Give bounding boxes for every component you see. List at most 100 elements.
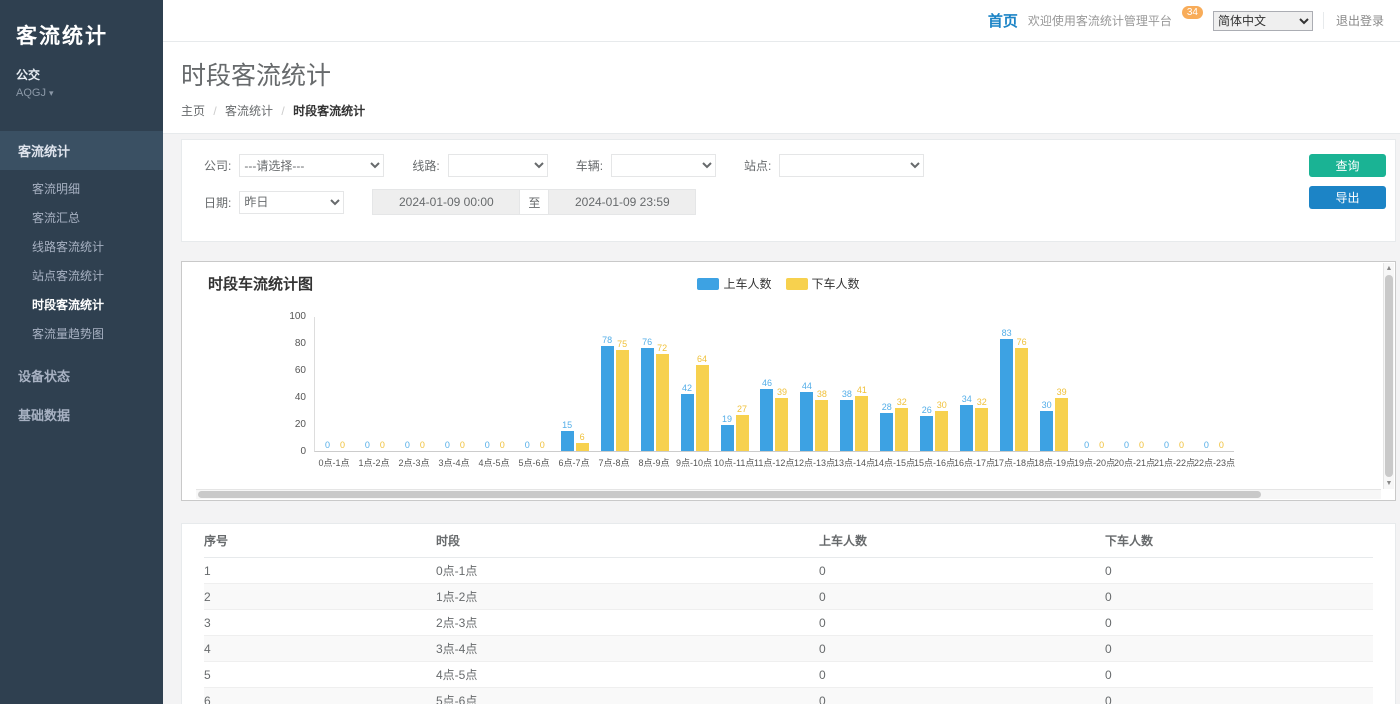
bar-group: 00 <box>515 317 555 451</box>
sidebar-section-item[interactable]: 基础数据 <box>0 395 163 434</box>
sidebar-submenu-item[interactable]: 时段客流统计 <box>0 290 163 319</box>
filter-row-1: 公司: ---请选择--- 线路: 车辆: 站点: <box>204 154 1295 177</box>
sidebar-item-passenger-stats[interactable]: 客流统计 <box>0 131 163 170</box>
date-preset-select[interactable]: 昨日 <box>239 191 344 214</box>
chart-horizontal-scrollbar[interactable] <box>196 489 1381 499</box>
chart-vertical-scrollbar[interactable]: ▲ ▼ <box>1383 263 1394 489</box>
table-row: 10点-1点00 <box>204 558 1373 584</box>
table-cell: 4点-5点 <box>436 666 819 683</box>
bar-value-label: 38 <box>817 389 827 399</box>
horizontal-scroll-thumb[interactable] <box>198 491 1261 498</box>
date-label: 日期: <box>204 194 231 211</box>
bar-column: 83 <box>1000 328 1013 451</box>
bar-column: 0 <box>1175 440 1188 451</box>
x-axis-label: 18点-19点 <box>1034 456 1074 469</box>
vertical-scroll-thumb[interactable] <box>1385 275 1393 477</box>
date-to-input[interactable] <box>548 189 696 215</box>
breadcrumb: 主页 / 客流统计 / 时段客流统计 <box>181 102 1380 119</box>
org-code-dropdown[interactable]: AQGJ▾ <box>16 87 163 99</box>
bar-column: 0 <box>401 440 414 451</box>
bar-value-label: 0 <box>1099 440 1104 450</box>
station-select[interactable] <box>779 154 924 177</box>
bar-column: 30 <box>935 400 948 452</box>
sidebar-submenu-item[interactable]: 站点客流统计 <box>0 261 163 290</box>
bar-value-label: 42 <box>682 383 692 393</box>
bar-value-label: 32 <box>977 397 987 407</box>
content: 公司: ---请选择--- 线路: 车辆: 站点: <box>163 134 1400 704</box>
legend-item-alighting[interactable]: 下车人数 <box>786 275 860 292</box>
bar-value-label: 64 <box>697 354 707 364</box>
bar-value-label: 72 <box>657 343 667 353</box>
bar-column: 0 <box>496 440 509 451</box>
bar-group: 2630 <box>914 317 954 451</box>
company-select[interactable]: ---请选择--- <box>239 154 384 177</box>
bar-value-label: 46 <box>762 378 772 388</box>
topbar: 首页 欢迎使用客流统计管理平台 34 简体中文 退出登录 <box>163 0 1400 42</box>
table-cell: 0 <box>819 694 1105 704</box>
table-cell: 6 <box>204 694 436 704</box>
bar-value-label: 78 <box>602 335 612 345</box>
notification-badge: 34 <box>1182 6 1203 19</box>
bar-group: 78 75 <box>595 317 635 451</box>
bar-上车人数 <box>601 346 614 451</box>
table-cell: 5点-6点 <box>436 692 819 704</box>
sidebar-submenu-item[interactable]: 线路客流统计 <box>0 232 163 261</box>
breadcrumb-passenger-stats[interactable]: 客流统计 <box>225 104 273 118</box>
bar-上车人数 <box>840 400 853 451</box>
breadcrumb-home[interactable]: 主页 <box>181 104 205 118</box>
scroll-down-icon[interactable]: ▼ <box>1384 478 1394 489</box>
table-cell: 3点-4点 <box>436 640 819 657</box>
bar-下车人数 <box>895 408 908 451</box>
vehicle-select[interactable] <box>611 154 716 177</box>
table-cell: 1点-2点 <box>436 588 819 605</box>
bar-value-label: 0 <box>1179 440 1184 450</box>
bar-下车人数 <box>775 398 788 451</box>
line-select[interactable] <box>448 154 548 177</box>
bar-value-label: 0 <box>1139 440 1144 450</box>
export-button[interactable]: 导出 <box>1309 186 1386 209</box>
bar-group: 4438 <box>794 317 834 451</box>
bar-column: 0 <box>1095 440 1108 451</box>
bar-column: 15 <box>561 420 574 451</box>
bar-column: 26 <box>920 405 933 451</box>
language-select[interactable]: 简体中文 <box>1213 11 1313 31</box>
x-axis-label: 2点-3点 <box>394 456 434 469</box>
station-filter: 站点: <box>744 154 924 177</box>
sidebar-submenu-item[interactable]: 客流明细 <box>0 174 163 203</box>
bar-上车人数 <box>920 416 933 451</box>
x-axis-label: 0点-1点 <box>314 456 354 469</box>
sidebar-submenu-item[interactable]: 客流量趋势图 <box>0 319 163 348</box>
x-axis-label: 3点-4点 <box>434 456 474 469</box>
bar-value-label: 76 <box>1017 337 1027 347</box>
y-axis-tick: 100 <box>289 311 306 322</box>
bar-value-label: 0 <box>540 440 545 450</box>
x-axis-label: 4点-5点 <box>474 456 514 469</box>
data-table: 序号时段上车人数下车人数 10点-1点0021点-2点0032点-3点0043点… <box>181 523 1396 704</box>
bar-value-label: 0 <box>1164 440 1169 450</box>
scroll-up-icon[interactable]: ▲ <box>1384 263 1394 274</box>
bar-column: 27 <box>736 404 749 451</box>
breadcrumb-separator: / <box>213 104 216 118</box>
chart-y-axis: 020406080100 <box>196 317 314 452</box>
bar-下车人数 <box>736 415 749 451</box>
bar-value-label: 75 <box>617 339 627 349</box>
bar-group: 7672 <box>635 317 675 451</box>
station-label: 站点: <box>744 157 771 174</box>
bar-column: 0 <box>1135 440 1148 451</box>
date-from-input[interactable] <box>372 189 520 215</box>
x-axis-label: 7点-8点 <box>594 456 634 469</box>
bar-column: 41 <box>855 385 868 451</box>
legend-item-boarding[interactable]: 上车人数 <box>697 275 771 292</box>
search-button[interactable]: 查询 <box>1309 154 1386 177</box>
sidebar-submenu-item[interactable]: 客流汇总 <box>0 203 163 232</box>
sidebar-section-item[interactable]: 设备状态 <box>0 356 163 395</box>
table-cell: 0 <box>1105 642 1373 656</box>
bar-value-label: 34 <box>962 394 972 404</box>
bar-column: 32 <box>975 397 988 451</box>
chart-panel: 时段车流统计图 上车人数 下车人数 020406080100 000000000… <box>181 261 1396 501</box>
bar-value-label: 38 <box>842 389 852 399</box>
home-link[interactable]: 首页 <box>988 10 1018 31</box>
logout-link[interactable]: 退出登录 <box>1323 12 1384 29</box>
table-header-cell: 下车人数 <box>1105 532 1373 549</box>
table-row: 65点-6点00 <box>204 688 1373 704</box>
